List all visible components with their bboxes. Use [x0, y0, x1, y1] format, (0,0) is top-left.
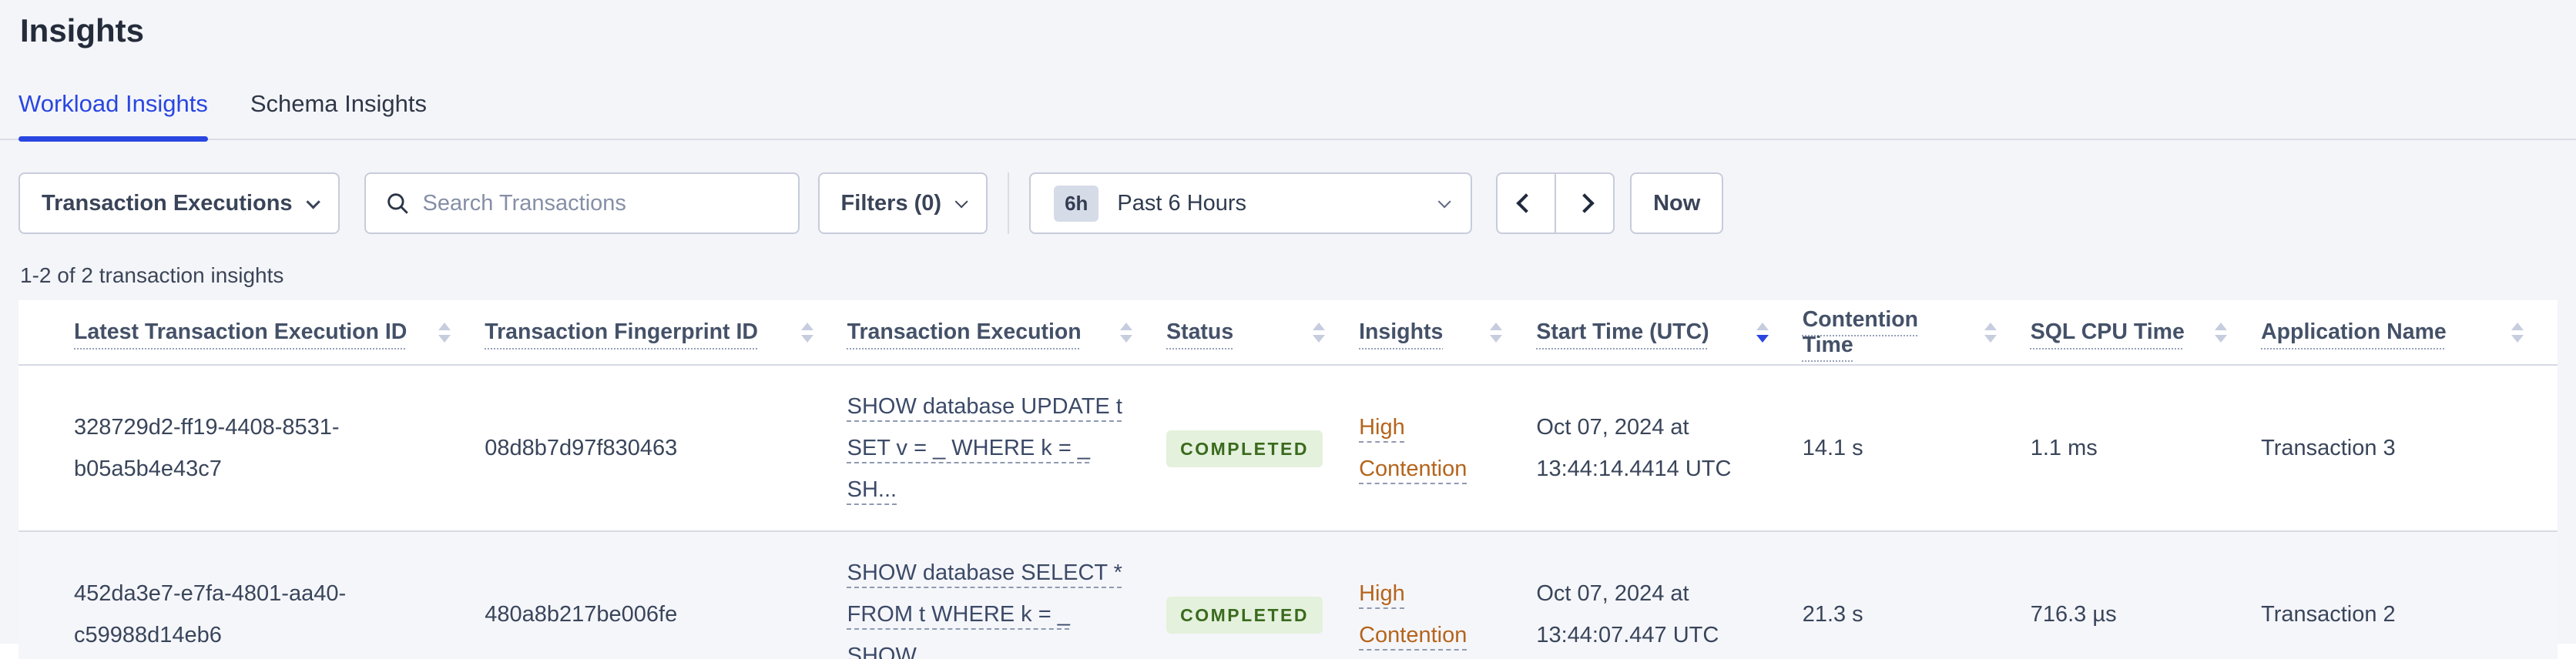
application-name-cell: Transaction 2: [2261, 531, 2558, 659]
transaction-execution-cell: SHOW database SELECT * FROM t WHERE k = …: [847, 531, 1167, 659]
insight-link[interactable]: High Contention: [1359, 581, 1467, 647]
chevron-down-icon: [954, 195, 968, 209]
time-range-selector[interactable]: 6h Past 6 Hours: [1029, 172, 1473, 234]
tab-workload-insights[interactable]: Workload Insights: [18, 89, 208, 142]
toolbar: Transaction Executions Filters (0) 6h Pa…: [18, 172, 2558, 234]
insights-cell: High Contention: [1359, 365, 1537, 532]
transaction-execution-cell: SHOW database UPDATE t SET v = _ WHERE k…: [847, 365, 1167, 532]
transaction-insights-table: Latest Transaction Execution ID Transact…: [18, 300, 2558, 659]
sql-cpu-time-cell: 1.1 ms: [2030, 365, 2262, 532]
col-header-contention-time[interactable]: Contention Time: [1802, 300, 2031, 366]
sort-icon[interactable]: [1313, 322, 1326, 343]
contention-time-cell: 21.3 s: [1802, 531, 2031, 659]
fingerprint-id-cell: 480a8b217be006fe: [485, 531, 847, 659]
execution-id-cell: 328729d2-ff19-4408-8531-b05a5b4e43c7: [18, 365, 485, 532]
col-header-latest-transaction-execution-id[interactable]: Latest Transaction Execution ID: [18, 300, 485, 366]
results-summary: 1-2 of 2 transaction insights: [20, 263, 284, 287]
sort-icon[interactable]: [800, 322, 813, 343]
now-button[interactable]: Now: [1630, 172, 1724, 234]
execution-id-cell: 452da3e7-e7fa-4801-aa40-c59988d14eb6: [18, 531, 485, 659]
col-header-insights[interactable]: Insights: [1359, 300, 1537, 366]
execution-type-selector-button[interactable]: Transaction Executions: [18, 172, 340, 234]
col-header-application-name[interactable]: Application Name: [2261, 300, 2558, 366]
chevron-down-icon: [1437, 195, 1451, 209]
toolbar-divider: [1008, 172, 1010, 234]
sql-cpu-time-cell: 716.3 µs: [2030, 531, 2262, 659]
col-header-transaction-fingerprint-id[interactable]: Transaction Fingerprint ID: [485, 300, 847, 366]
time-pager: [1496, 172, 1615, 234]
status-cell: COMPLETED: [1166, 531, 1360, 659]
table-header-row: Latest Transaction Execution ID Transact…: [18, 300, 2558, 366]
time-range-label: Past 6 Hours: [1117, 190, 1247, 216]
insight-link[interactable]: High Contention: [1359, 415, 1467, 481]
insights-cell: High Contention: [1359, 531, 1537, 659]
execution-type-selector-label: Transaction Executions: [42, 190, 293, 216]
status-badge: COMPLETED: [1166, 597, 1323, 634]
col-header-status[interactable]: Status: [1166, 300, 1360, 366]
tab-schema-insights[interactable]: Schema Insights: [250, 89, 427, 139]
table-row: 328729d2-ff19-4408-8531-b05a5b4e43c7 08d…: [18, 365, 2558, 532]
page-title: Insights: [20, 12, 145, 49]
status-cell: COMPLETED: [1166, 365, 1360, 532]
transaction-execution-link[interactable]: SHOW database SELECT * FROM t WHERE k = …: [847, 560, 1122, 659]
sort-icon[interactable]: [1756, 322, 1769, 343]
chevron-down-icon: [305, 194, 320, 209]
sort-icon[interactable]: [1984, 322, 1997, 343]
start-time-cell: Oct 07, 2024 at 13:44:07.447 UTC: [1536, 531, 1803, 659]
transaction-execution-link[interactable]: SHOW database UPDATE t SET v = _ WHERE k…: [847, 394, 1122, 502]
sort-icon[interactable]: [2215, 322, 2228, 343]
search-box: [364, 172, 800, 234]
chevron-right-icon: [1575, 193, 1595, 213]
status-badge: COMPLETED: [1166, 430, 1323, 467]
insights-table-card: Latest Transaction Execution ID Transact…: [18, 300, 2558, 659]
col-header-sql-cpu-time[interactable]: SQL CPU Time: [2030, 300, 2262, 366]
sort-icon[interactable]: [1490, 322, 1503, 343]
filters-label: Filters (0): [840, 190, 942, 216]
fingerprint-id-cell: 08d8b7d97f830463: [485, 365, 847, 532]
search-input[interactable]: [422, 190, 780, 216]
time-range-badge: 6h: [1054, 185, 1099, 222]
search-icon: [387, 193, 408, 214]
start-time-cell: Oct 07, 2024 at 13:44:14.4414 UTC: [1536, 365, 1803, 532]
filters-button[interactable]: Filters (0): [817, 172, 988, 234]
next-time-button[interactable]: [1555, 172, 1615, 234]
sort-icon[interactable]: [1120, 322, 1133, 343]
contention-time-cell: 14.1 s: [1802, 365, 2031, 532]
col-header-transaction-execution[interactable]: Transaction Execution: [847, 300, 1167, 366]
now-button-label: Now: [1653, 190, 1701, 216]
sort-icon[interactable]: [2511, 322, 2524, 343]
insights-tabs: Workload Insights Schema Insights: [0, 89, 2576, 142]
table-row: 452da3e7-e7fa-4801-aa40-c59988d14eb6 480…: [18, 531, 2558, 659]
chevron-left-icon: [1516, 193, 1536, 213]
previous-time-button[interactable]: [1496, 172, 1557, 234]
sort-icon[interactable]: [438, 322, 451, 343]
application-name-cell: Transaction 3: [2261, 365, 2558, 532]
col-header-start-time[interactable]: Start Time (UTC): [1536, 300, 1803, 366]
